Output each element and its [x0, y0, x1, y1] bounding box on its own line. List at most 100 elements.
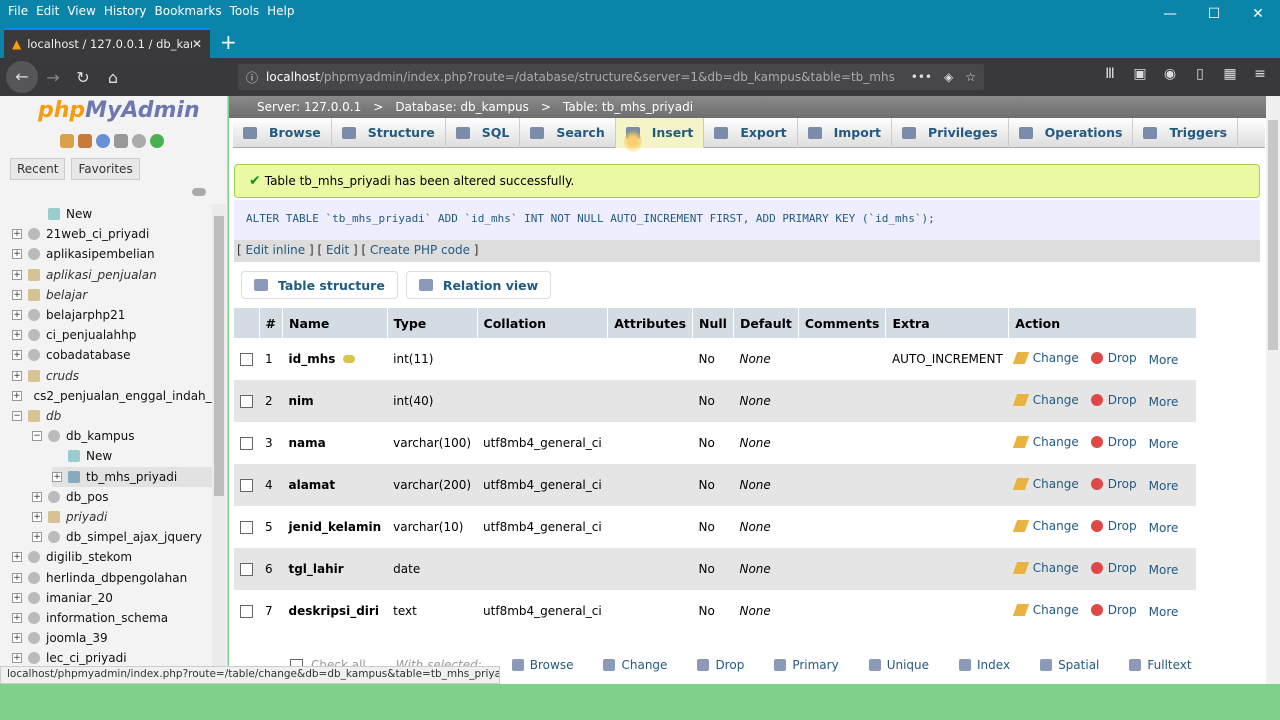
column-name[interactable]: id_mhs	[282, 338, 388, 380]
tree-item[interactable]: + tb_mhs_priyadi	[52, 466, 212, 487]
drop-action[interactable]: Drop	[1090, 603, 1137, 617]
bulk-unique-button[interactable]: Unique	[868, 658, 929, 672]
tree-item[interactable]: − db	[12, 406, 212, 426]
home-icon[interactable]	[60, 134, 74, 148]
expand-icon[interactable]: +	[12, 310, 22, 320]
change-action[interactable]: Change	[1012, 351, 1079, 365]
bulk-change-button[interactable]: Change	[603, 658, 667, 672]
edit-link[interactable]: Edit	[326, 243, 349, 257]
tree-item[interactable]: + herlinda_dbpengolahan	[12, 568, 212, 588]
bulk-browse-button[interactable]: Browse	[511, 658, 573, 672]
expand-icon[interactable]: +	[12, 633, 22, 644]
expand-icon[interactable]: −	[12, 411, 22, 421]
expand-icon[interactable]: +	[12, 249, 22, 260]
tree-item[interactable]: + aplikasipembelian	[12, 244, 212, 264]
home-icon[interactable]: ⌂	[98, 68, 128, 87]
row-checkbox[interactable]	[240, 521, 253, 534]
column-name[interactable]: nama	[282, 422, 388, 464]
expand-icon[interactable]: +	[12, 229, 22, 240]
tab-privileges[interactable]: Privileges	[892, 117, 1009, 148]
expand-icon[interactable]: +	[12, 370, 22, 381]
more-dropdown[interactable]: More	[1149, 605, 1179, 619]
change-action[interactable]: Change	[1012, 393, 1079, 407]
tree-item[interactable]: + cs2_penjualan_enggal_indah_l	[12, 386, 215, 406]
expand-icon[interactable]: +	[12, 552, 22, 563]
tree-item[interactable]: + priyadi	[32, 507, 212, 527]
tab-operations[interactable]: Operations	[1009, 117, 1134, 148]
change-action[interactable]: Change	[1012, 477, 1079, 491]
help-icon[interactable]	[96, 134, 110, 148]
extension-icon[interactable]: ◉	[1155, 66, 1185, 82]
bulk-fulltext-button[interactable]: Fulltext	[1129, 658, 1192, 672]
menu-view[interactable]: View	[67, 4, 95, 18]
row-checkbox[interactable]	[240, 353, 253, 366]
more-dropdown[interactable]: More	[1149, 479, 1179, 493]
menu-tools[interactable]: Tools	[230, 4, 260, 18]
row-checkbox[interactable]	[240, 479, 253, 492]
tree-item[interactable]: + cobadatabase	[12, 345, 212, 365]
collapse-link-icon[interactable]	[192, 188, 206, 196]
pma-logo[interactable]: phpMyAdmin	[38, 98, 200, 123]
column-name[interactable]: alamat	[282, 464, 388, 506]
recent-button[interactable]: Recent	[10, 158, 66, 180]
menu-history[interactable]: History	[104, 4, 147, 18]
more-dropdown[interactable]: More	[1149, 563, 1179, 577]
expand-icon[interactable]: +	[32, 491, 42, 502]
relation-view-tab[interactable]: Relation view	[405, 271, 552, 299]
main-scroll-thumb[interactable]	[1268, 120, 1278, 350]
tree-item[interactable]: − db_kampus	[32, 426, 212, 446]
favorites-button[interactable]: Favorites	[71, 158, 140, 180]
tree-item[interactable]: + belajarphp21	[12, 305, 212, 325]
docs-icon[interactable]	[114, 134, 128, 148]
tab-close-icon[interactable]: ✕	[192, 37, 202, 51]
browser-tab[interactable]: ▲ localhost / 127.0.0.1 / db_kamp ✕	[4, 28, 210, 58]
expand-icon[interactable]: +	[12, 350, 22, 361]
table-structure-tab[interactable]: Table structure	[241, 271, 398, 299]
drop-action[interactable]: Drop	[1090, 561, 1137, 575]
column-name[interactable]: tgl_lahir	[282, 548, 388, 590]
drop-action[interactable]: Drop	[1090, 435, 1137, 449]
tree-item[interactable]: + joomla_39	[12, 628, 212, 648]
url-bar[interactable]: ⓘ localhost/phpmyadmin/index.php?route=/…	[238, 64, 984, 90]
drop-action[interactable]: Drop	[1090, 393, 1137, 407]
tree-item[interactable]: + belajar	[12, 285, 212, 305]
pocket-icon[interactable]: ◈	[944, 70, 953, 84]
tab-export[interactable]: Export	[704, 117, 798, 148]
more-dropdown[interactable]: More	[1149, 521, 1179, 535]
expand-icon[interactable]: +	[32, 532, 42, 543]
bookmark-star-icon[interactable]: ☆	[965, 70, 976, 84]
tree-item[interactable]: + db_simpel_ajax_jquery	[32, 527, 212, 547]
tree-item[interactable]: + digilib_stekom	[12, 547, 212, 567]
info-icon[interactable]: ⓘ	[246, 69, 258, 86]
change-action[interactable]: Change	[1012, 561, 1079, 575]
row-checkbox[interactable]	[240, 395, 253, 408]
tab-import[interactable]: Import	[798, 117, 892, 148]
tree-item[interactable]: + imaniar_20	[12, 588, 212, 608]
breadcrumb-database[interactable]: Database: db_kampus	[395, 100, 529, 114]
tree-item[interactable]: New	[32, 204, 212, 224]
tab-search[interactable]: Search	[520, 117, 616, 148]
library-icon[interactable]: Ⅲ	[1095, 66, 1125, 82]
breadcrumb-server[interactable]: Server: 127.0.0.1	[257, 100, 361, 114]
drop-action[interactable]: Drop	[1090, 351, 1137, 365]
column-name[interactable]: deskripsi_diri	[282, 590, 388, 632]
tree-item[interactable]: + information_schema	[12, 608, 212, 628]
new-tab-button[interactable]: +	[220, 30, 237, 54]
tree-item[interactable]: +21web_ci_priyadi	[12, 224, 212, 244]
change-action[interactable]: Change	[1012, 435, 1079, 449]
expand-icon[interactable]: +	[12, 572, 22, 583]
tree-item[interactable]: New	[52, 446, 212, 466]
reload-nav-icon[interactable]	[150, 134, 164, 148]
tab-sql[interactable]: SQL	[446, 117, 521, 148]
tree-item[interactable]: + ci_penjualahhp	[12, 325, 212, 345]
bulk-drop-button[interactable]: Drop	[697, 658, 744, 672]
more-dropdown[interactable]: More	[1149, 437, 1179, 451]
expand-icon[interactable]: +	[52, 471, 62, 482]
page-icon[interactable]: ▯	[1185, 66, 1215, 82]
expand-icon[interactable]: +	[12, 289, 22, 300]
expand-icon[interactable]: −	[32, 431, 42, 442]
save-icon[interactable]: ▦	[1215, 66, 1245, 82]
expand-icon[interactable]: +	[32, 512, 42, 522]
back-icon[interactable]: ←	[6, 61, 38, 93]
drop-action[interactable]: Drop	[1090, 477, 1137, 491]
